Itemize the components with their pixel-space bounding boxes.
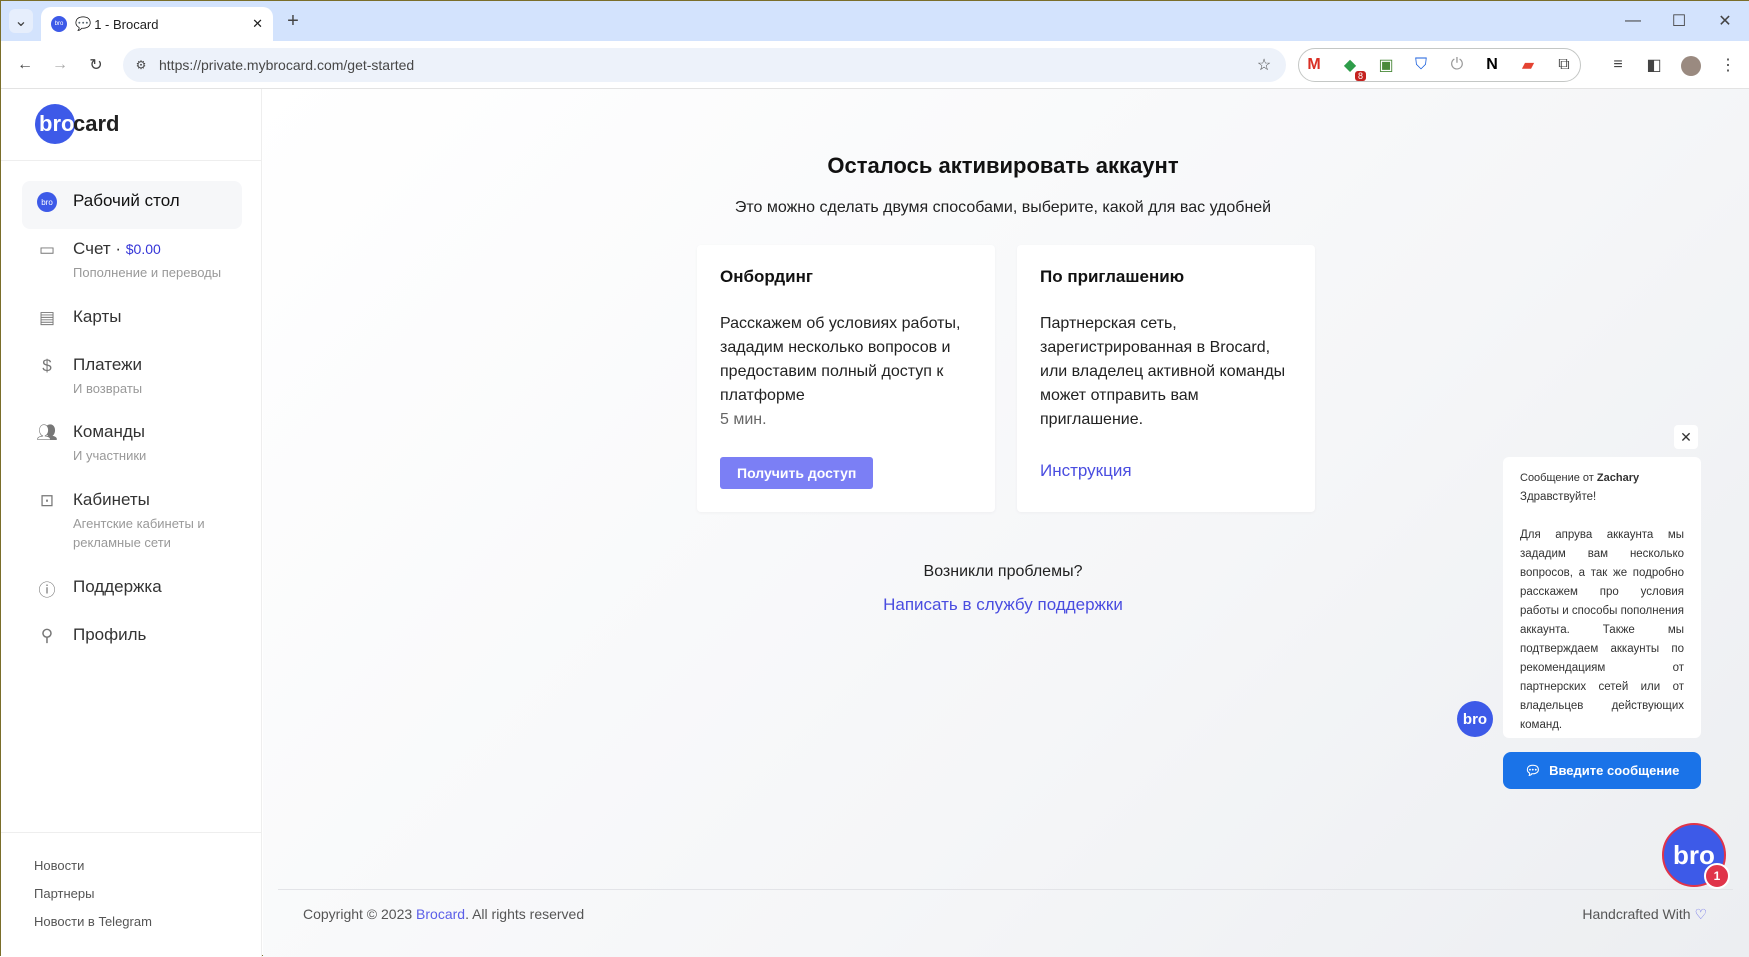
user-icon: ⚲ [40,626,54,645]
maximize-icon[interactable]: ☐ [1667,9,1691,33]
label: Введите сообщение [1549,763,1680,778]
divider [1,832,262,833]
todoist-icon[interactable]: ▰ [1516,53,1540,77]
message-body: Для апрува аккаунта мы зададим вам неско… [1520,529,1685,731]
heart-icon: ♡ [1694,906,1707,922]
credit-card-icon: ▤ [38,308,56,327]
page-title: Осталось активировать аккаунт [827,153,1179,178]
gmail-extension-icon[interactable]: M [1302,53,1326,77]
side-panel-icon[interactable]: ◧ [1642,53,1666,77]
label: Команды [73,422,146,441]
power-extension-icon[interactable]: ⏻ [1445,53,1469,77]
sidebar-item-dashboard[interactable]: bro Рабочий стол [22,181,242,229]
label: Рабочий стол [73,191,180,210]
brocard-link[interactable]: Brocard [416,906,465,922]
forward-icon[interactable]: → [48,53,72,77]
brocard-favicon-icon: bro [51,16,67,32]
logo-bro: bro [35,104,75,144]
bro-icon: bro [36,191,58,213]
sidebar-item-cabinets[interactable]: ⊡ Кабинеты Агентские кабинеты и рекламны… [22,480,242,552]
duration: 5 мин. [720,411,767,428]
sidebar: bro card bro Рабочий стол ▭ Счет · $0.00… [1,89,262,957]
briefcase-icon: ⊡ [39,491,55,510]
sender-name: Zachary [1596,472,1640,484]
bitwarden-icon[interactable]: ⛉ [1409,53,1433,77]
sidebar-item-cards[interactable]: ▤ Карты [22,297,242,329]
close-window-icon[interactable]: ✕ [1713,9,1737,33]
sidebar-item-profile[interactable]: ⚲ Профиль [22,615,242,647]
notion-icon[interactable]: N [1480,53,1504,77]
label: Поддержка [73,577,162,596]
label: Кабинеты [73,490,150,509]
close-tab-icon[interactable]: ✕ [252,16,263,32]
url-text: https://private.mybrocard.com/get-starte… [159,57,415,73]
help-circle-icon: ⓘ [38,580,56,600]
media-control-icon[interactable]: ≡ [1606,53,1630,77]
card-title: По приглашению [1040,267,1185,286]
chat-message-card: Сообщение от Zachary Здравствуйте! Для а… [1503,457,1701,738]
sublabel: Пополнение и переводы [73,265,222,280]
extension-badge: 8 [1354,71,1366,81]
sublabel: И возвраты [73,381,143,396]
divider [1,160,262,161]
partners-link[interactable]: Партнеры [34,886,94,901]
card-title: Онбординг [720,267,813,286]
handcrafted: Handcrafted With ♡ [1582,906,1707,923]
extensions-puzzle-icon[interactable]: ⧉ [1552,53,1576,77]
chat-bubble-icon: 💬︎ [1524,762,1542,778]
tab-search-chevron-icon[interactable]: ⌄ [9,9,33,33]
new-tab-icon[interactable]: + [281,9,305,33]
sublabel: Агентские кабинеты и рекламные сети [73,516,205,550]
green-extension-icon[interactable]: ◆ 8 [1338,53,1366,81]
reload-icon[interactable]: ↻ [84,53,108,77]
greeting: Здравствуйте! [1520,491,1597,503]
page-subtitle: Это можно сделать двумя способами, выбер… [734,199,1272,216]
rights-text: . All rights reserved [465,906,585,922]
unread-badge: 1 [1704,863,1730,889]
label: Счет · [73,239,122,258]
label: Карты [73,307,122,326]
chat-input-button[interactable]: 💬︎ Введите сообщение [1503,752,1701,789]
handcrafted-text: Handcrafted With [1582,906,1691,922]
wallet-icon: ▭ [38,240,56,259]
chat-launcher-button[interactable]: bro 1 [1662,823,1730,889]
image-extension-icon[interactable]: ▣ [1374,53,1398,77]
copyright-text: Copyright © 2023 [303,906,413,922]
browser-tab[interactable]: bro 💬 1 - Brocard ✕ [41,7,273,41]
get-access-button[interactable]: Получить доступ [720,457,874,489]
site-settings-icon[interactable]: ⚙ [129,53,153,77]
footer-divider [278,889,1733,890]
back-icon[interactable]: ← [13,53,37,77]
label: Платежи [73,355,142,374]
invitation-card: По приглашению Партнерская сеть, зарегис… [1017,245,1315,512]
sidebar-item-support[interactable]: ⓘ Поддержка [22,567,242,600]
onboarding-card: Онбординг Расскажем об условиях работы, … [697,245,995,512]
menu-kebab-icon[interactable]: ⋮ [1716,53,1740,77]
logo-card: card [73,111,120,136]
copyright: Copyright © 2023 Brocard. All rights res… [303,906,584,922]
card-text: Расскажем об условиях работы, зададим не… [720,315,961,404]
sublabel: И участники [73,448,147,463]
minimize-icon[interactable]: — [1621,9,1645,33]
label: Профиль [73,625,147,644]
bookmark-star-icon[interactable]: ☆ [1252,53,1276,77]
users-icon: 👥︎ [36,423,58,442]
news-link[interactable]: Новости [34,858,84,873]
card-text: Партнерская сеть, зарегистрированная в B… [1040,315,1286,428]
sidebar-item-teams[interactable]: 👥︎ Команды И участники [22,412,242,465]
balance: $0.00 [125,241,161,257]
telegram-news-link[interactable]: Новости в Telegram [34,914,152,929]
instructions-link[interactable]: Инструкция [1040,461,1292,481]
address-bar[interactable]: ⚙ https://private.mybrocard.com/get-star… [123,48,1286,82]
brocard-logo[interactable]: bro card [35,104,119,144]
message-icon: 💬 [75,16,92,31]
sidebar-item-payments[interactable]: $ Платежи И возвраты [22,345,242,398]
from-prefix: Сообщение от [1520,472,1594,484]
dollar-icon: $ [42,356,52,375]
sidebar-item-account[interactable]: ▭ Счет · $0.00 Пополнение и переводы [22,229,242,282]
tab-title: 1 - Brocard [94,16,159,32]
chat-close-icon[interactable]: ✕ [1674,425,1698,449]
agent-avatar: bro [1457,701,1493,737]
profile-avatar[interactable] [1681,56,1701,76]
